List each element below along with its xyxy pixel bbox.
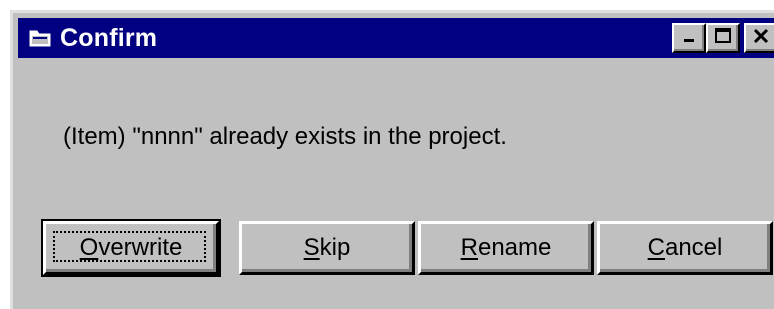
skip-label: Skip [303,234,351,261]
rename-button[interactable]: Rename [418,221,594,275]
maximize-icon [714,27,732,50]
confirm-dialog: Confirm (Item) "nnnn" already exists in … [10,10,774,309]
confirm-message: (Item) "nnnn" already exists in the proj… [63,123,507,150]
window-controls [672,23,774,53]
close-icon [752,27,770,50]
window-title: Confirm [60,23,158,52]
cancel-button[interactable]: Cancel [597,221,773,275]
overwrite-button[interactable]: Overwrite [41,219,221,277]
overwrite-label: Overwrite [79,234,183,261]
minimize-icon [681,28,697,49]
skip-button[interactable]: Skip [239,221,415,275]
close-button[interactable] [744,23,774,53]
minimize-button[interactable] [672,23,706,53]
title-bar[interactable]: Confirm [18,18,774,58]
folder-window-icon [28,27,52,49]
rename-label: Rename [460,234,552,261]
cancel-label: Cancel [647,234,723,261]
maximize-button[interactable] [706,23,740,53]
